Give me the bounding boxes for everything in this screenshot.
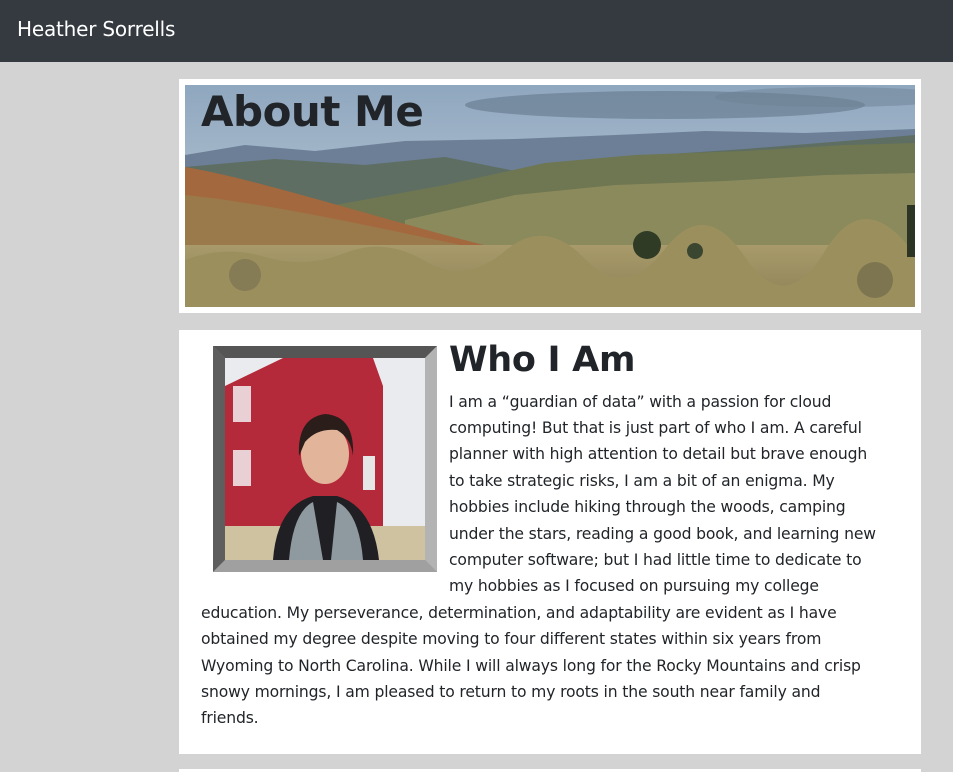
bio-line-2: computing! But that is just part of who … <box>449 419 862 437</box>
bio-line-1: I am a “guardian of data” with a passion… <box>449 393 832 411</box>
bio-line-5: hobbies include hiking through the woods… <box>449 498 846 516</box>
page-title: About Me <box>201 87 424 136</box>
bio-line-10: obtained my degree despite moving to fou… <box>201 630 822 648</box>
profile-photo <box>213 346 437 572</box>
bio-line-12: snowy mornings, I am pleased to return t… <box>201 683 821 701</box>
bio-line-8: my hobbies as I focused on pursuing my c… <box>449 577 819 595</box>
who-i-am-card: Who I Am I am a “guardian of data” with … <box>179 330 921 754</box>
bio-line-3: planner with high attention to detail bu… <box>449 445 868 463</box>
bio-line-13: friends. <box>201 709 259 727</box>
bio-line-4: to take strategic risks, I am a bit of a… <box>449 472 835 490</box>
about-banner: About Me <box>179 79 921 313</box>
navbar-brand-link[interactable]: Heather Sorrells <box>17 17 175 41</box>
bio-line-7: computer software; but I had little time… <box>449 551 862 569</box>
top-navbar: Heather Sorrells <box>0 0 953 62</box>
bio-line-9: education. My perseverance, determinatio… <box>201 604 837 622</box>
bio-line-11: Wyoming to North Carolina. While I will … <box>201 657 861 675</box>
who-i-am-heading: Who I Am <box>449 340 636 380</box>
bio-line-6: under the stars, reading a good book, an… <box>449 525 876 543</box>
